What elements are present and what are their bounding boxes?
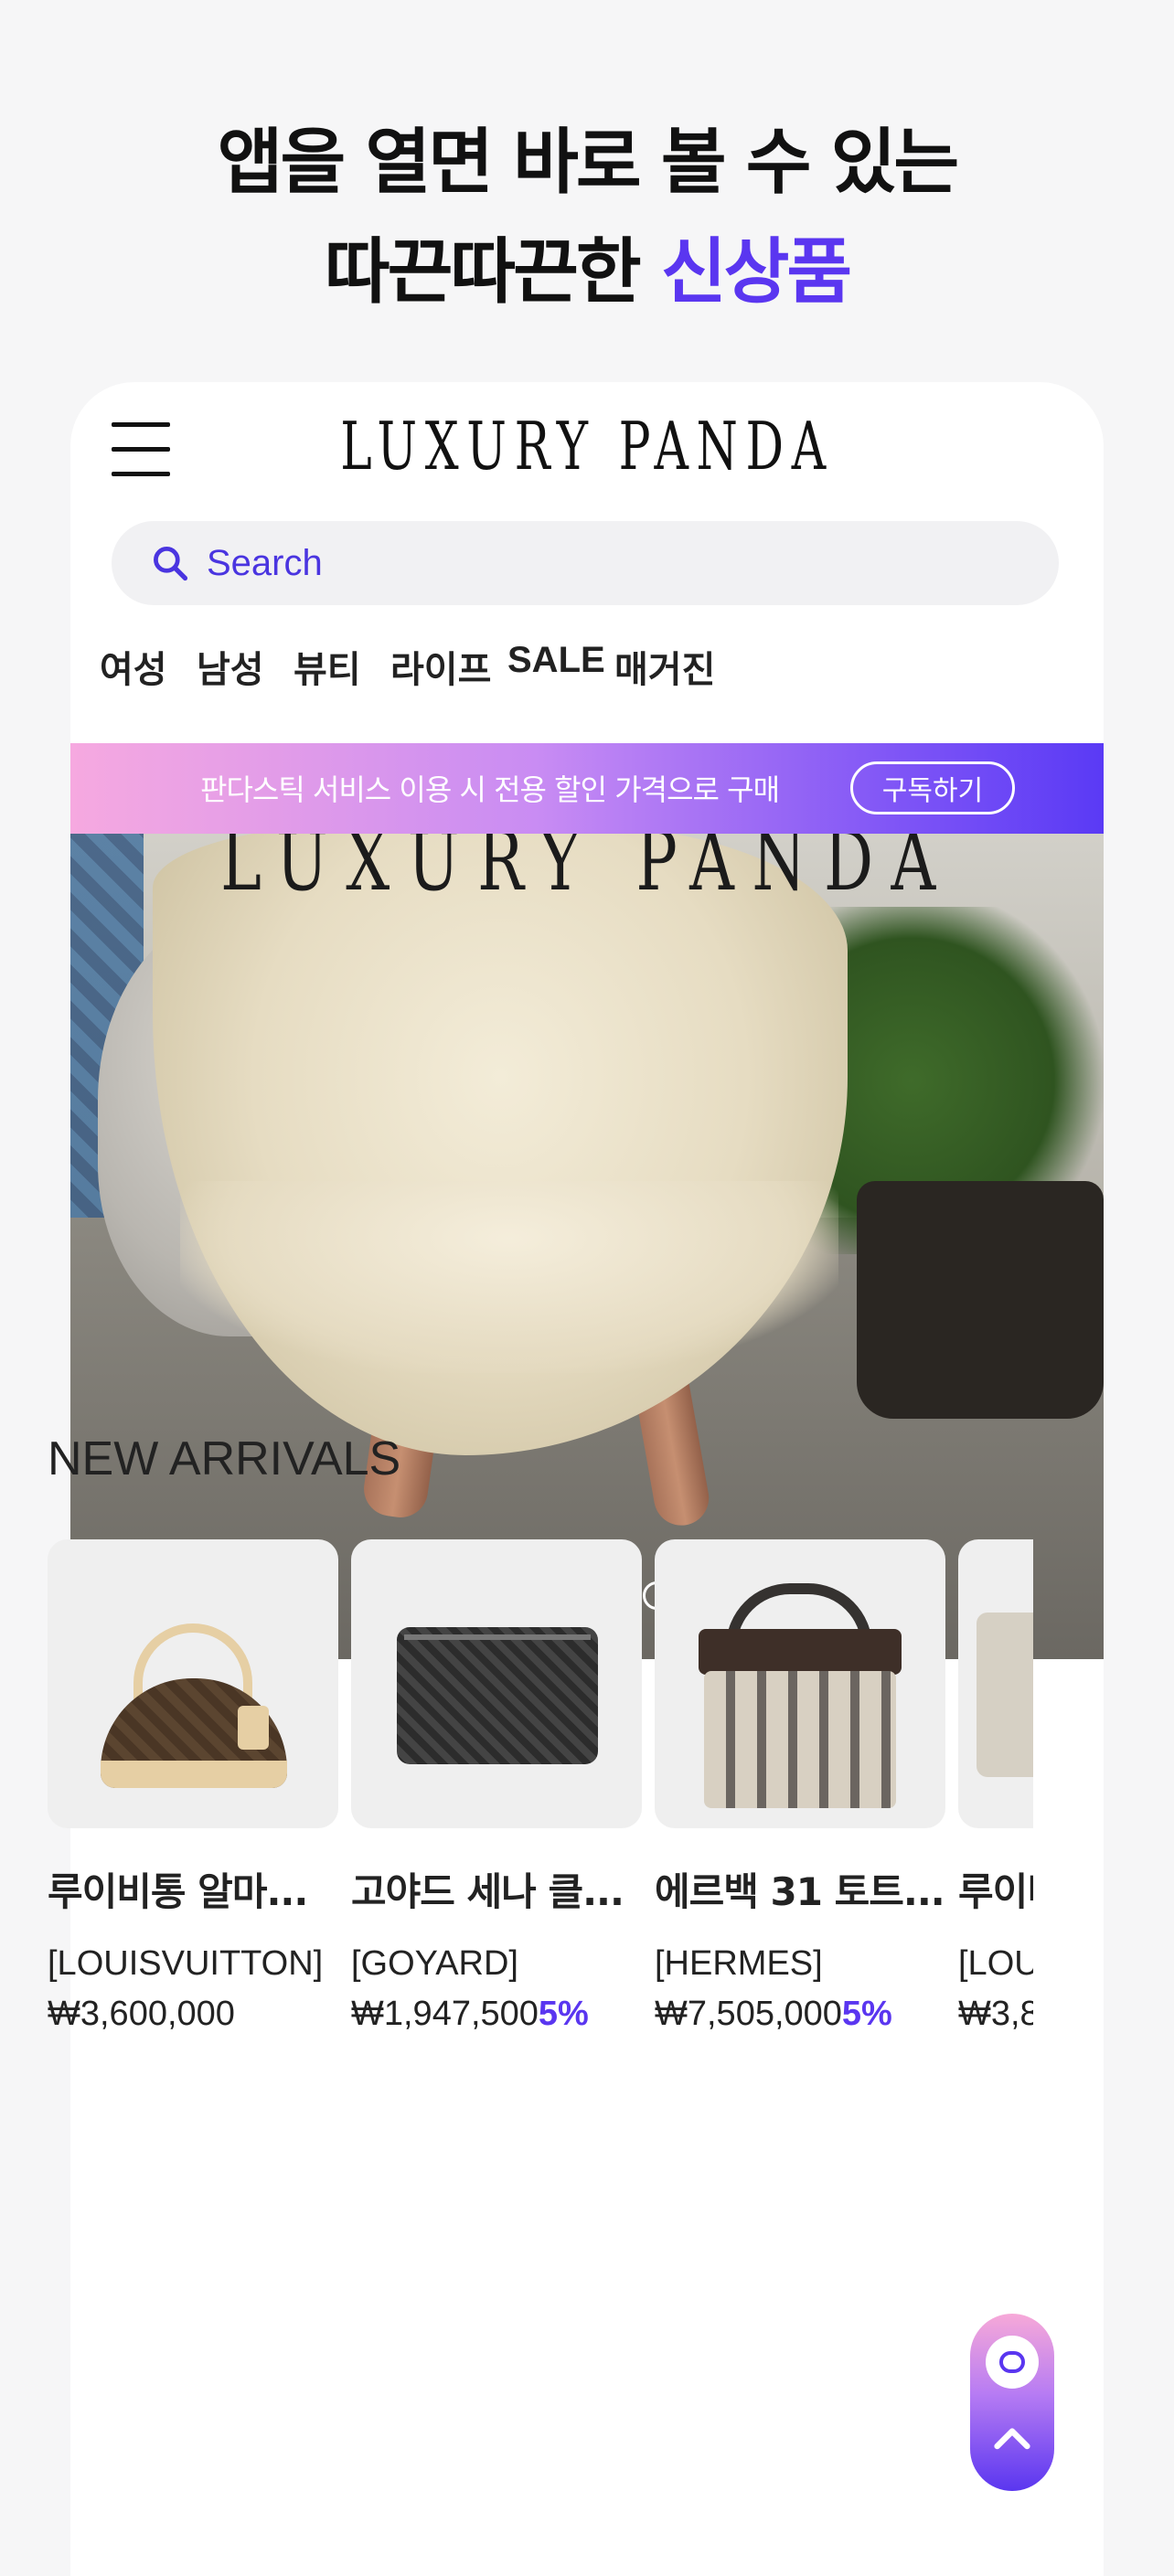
promo-banner-text: 판다스틱 서비스 이용 시 전용 할인 가격으로 구매: [200, 772, 780, 807]
product-card[interactable]: 루이비통 알마... [LOUISVUITTON] ₩3,600,000: [48, 1539, 338, 2034]
tab-sale[interactable]: SALE: [507, 640, 605, 681]
pouch-image: [397, 1627, 598, 1764]
app-logo[interactable]: LUXURY PANDA: [215, 408, 959, 484]
product-brand: [HERMES]: [655, 1944, 823, 1983]
tote-image: [699, 1583, 902, 1812]
product-price-row: ₩7,505,0005%: [655, 1995, 945, 2034]
floating-action-panel: [970, 2314, 1054, 2491]
page-headline: 앱을 열면 바로 볼 수 있는 따끈따끈한 신상품: [0, 108, 1174, 327]
product-image: [48, 1539, 338, 1828]
hamburger-icon: [112, 422, 170, 427]
hero-pot: [857, 1181, 1104, 1419]
headline-line-2-prefix: 따끈따끈한: [324, 231, 661, 314]
new-arrivals-list: 루이비통 알마... [LOUISVUITTON] ₩3,600,000 고야드…: [48, 1539, 1033, 2051]
product-name: 에르백 31 토트...: [655, 1869, 945, 1914]
search-icon: [154, 547, 188, 581]
product-price: ₩3,600,000: [48, 1995, 235, 2033]
tab-men[interactable]: 남성: [197, 640, 264, 693]
tab-life[interactable]: 라이프: [390, 640, 491, 693]
handbag-image: [101, 1623, 287, 1788]
product-image: [958, 1539, 1033, 1828]
product-card[interactable]: 루이비통 [LOUISVUITTON] ₩3,8: [958, 1539, 1033, 2034]
hamburger-icon-bar: [112, 447, 170, 452]
bag-image: [977, 1613, 1033, 1777]
tab-beauty[interactable]: 뷰티: [294, 640, 361, 693]
product-image: [655, 1539, 945, 1828]
product-discount: 5%: [841, 1995, 892, 2033]
product-discount: 5%: [538, 1995, 589, 2033]
product-image: [351, 1539, 642, 1828]
product-price: ₩1,947,500: [351, 1995, 539, 2033]
chevron-up-icon[interactable]: [987, 2414, 1038, 2465]
product-price-row: ₩3,8: [958, 1995, 1033, 2034]
product-price: ₩7,505,000: [655, 1995, 842, 2033]
tab-women[interactable]: 여성: [100, 640, 167, 693]
product-card[interactable]: 고야드 세나 클... [GOYARD] ₩1,947,5005%: [351, 1539, 642, 2034]
hero-dress-hem: [180, 1181, 838, 1373]
product-name: 루이비통 알마...: [48, 1869, 308, 1914]
search-bar[interactable]: Search: [112, 521, 1059, 605]
menu-button[interactable]: [112, 422, 170, 477]
product-brand: [LOUISVUITTON]: [48, 1944, 324, 1983]
hero-carousel[interactable]: LUXURY PANDA: [70, 834, 1104, 1659]
product-name: 루이비통: [958, 1869, 1033, 1914]
product-price: ₩3,8: [958, 1995, 1033, 2033]
hamburger-icon-bar: [112, 472, 170, 476]
headline-line-1: 앱을 열면 바로 볼 수 있는: [217, 122, 959, 204]
tab-magazine[interactable]: 매거진: [614, 640, 715, 693]
chat-button[interactable]: [986, 2336, 1039, 2389]
new-arrivals-title: NEW ARRIVALS: [48, 1432, 401, 1485]
product-brand: [GOYARD]: [351, 1944, 518, 1983]
subscribe-button[interactable]: 구독하기: [850, 761, 1015, 814]
product-price-row: ₩1,947,5005%: [351, 1995, 642, 2034]
product-card[interactable]: 에르백 31 토트... [HERMES] ₩7,505,0005%: [655, 1539, 945, 2034]
headline-accent: 신상품: [660, 231, 852, 314]
promo-banner: 판다스틱 서비스 이용 시 전용 할인 가격으로 구매 구독하기: [70, 743, 1104, 834]
product-name: 고야드 세나 클...: [351, 1869, 624, 1914]
chat-icon: [999, 2351, 1025, 2373]
category-tabs: 여성 남성 뷰티 라이프 SALE 매거진: [70, 640, 1104, 713]
product-price-row: ₩3,600,000: [48, 1995, 338, 2034]
product-brand: [LOUISVUITTON]: [958, 1944, 1033, 1983]
search-placeholder: Search: [207, 542, 323, 583]
headline-line-2: 따끈따끈한 신상품: [0, 218, 1174, 327]
hero-watermark: LUXURY PANDA: [220, 834, 954, 910]
